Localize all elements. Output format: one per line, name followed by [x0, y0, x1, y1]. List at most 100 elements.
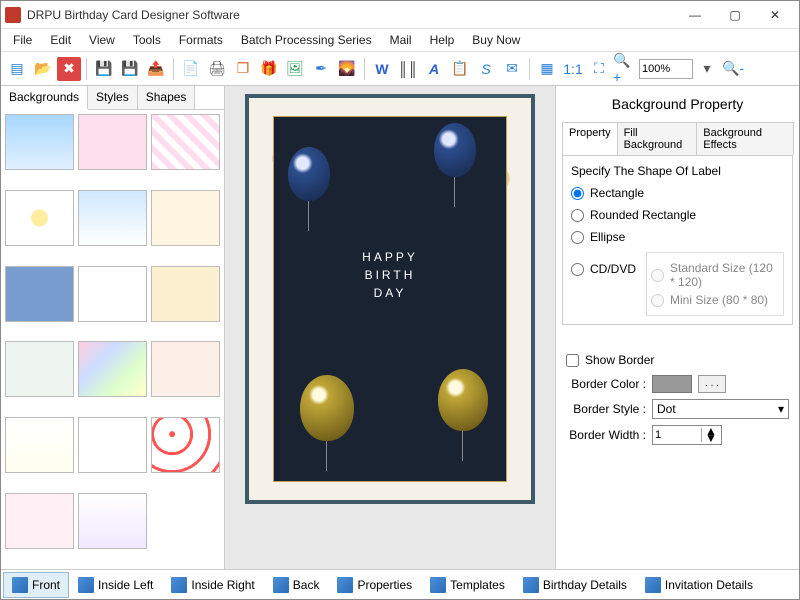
radio-input[interactable] [571, 209, 584, 222]
image-icon[interactable]: 🖼 [283, 57, 307, 81]
bg-thumb[interactable] [78, 266, 147, 322]
menu-tools[interactable]: Tools [125, 31, 169, 49]
gift-icon[interactable]: 🎁 [257, 57, 281, 81]
bg-thumb[interactable] [151, 190, 220, 246]
maximize-button[interactable]: ▢ [715, 1, 755, 29]
btab-properties[interactable]: Properties [328, 572, 421, 598]
dropdown-icon[interactable]: ▾ [695, 57, 719, 81]
doc-icon[interactable]: 📋 [448, 57, 472, 81]
new-icon[interactable]: ▤ [5, 57, 29, 81]
radio-rectangle[interactable]: Rectangle [571, 186, 784, 200]
zoomin-icon[interactable]: 🔍+ [613, 57, 637, 81]
grid-icon[interactable]: ▦ [535, 57, 559, 81]
bg-thumb[interactable] [151, 341, 220, 397]
close-button[interactable]: ✕ [755, 1, 795, 29]
bg-thumb[interactable] [5, 341, 74, 397]
btab-templates[interactable]: Templates [421, 572, 514, 598]
bg-thumb[interactable] [5, 190, 74, 246]
save-icon[interactable]: 💾 [92, 57, 116, 81]
radio-input[interactable] [571, 231, 584, 244]
menu-mail[interactable]: Mail [382, 31, 420, 49]
border-color-picker-button[interactable]: . . . [698, 375, 726, 393]
tab-backgrounds[interactable]: Backgrounds [1, 86, 88, 110]
bg-thumb[interactable] [78, 114, 147, 170]
property-panel: Background Property Property Fill Backgr… [555, 86, 799, 569]
tab-styles[interactable]: Styles [88, 86, 138, 109]
radio-label: Rectangle [590, 186, 644, 200]
picture-icon[interactable]: 🌄 [335, 57, 359, 81]
radio-input[interactable] [571, 187, 584, 200]
expand-icon[interactable]: ⛶ [587, 57, 611, 81]
bg-thumb[interactable] [151, 266, 220, 322]
card-preview[interactable]: HAPPY BIRTH DAY [245, 94, 535, 504]
radio-rounded[interactable]: Rounded Rectangle [571, 208, 784, 222]
menu-batch[interactable]: Batch Processing Series [233, 31, 380, 49]
text-icon[interactable]: W [370, 57, 394, 81]
border-width-input[interactable] [653, 429, 701, 441]
zoomout-icon[interactable]: 🔍- [721, 57, 745, 81]
border-style-label: Border Style : [566, 402, 646, 416]
bg-thumb[interactable] [5, 114, 74, 170]
export-icon[interactable]: 📤 [144, 57, 168, 81]
border-color-swatch[interactable] [652, 375, 692, 393]
copy-icon[interactable]: ❐ [231, 57, 255, 81]
mail-icon[interactable]: ✉ [500, 57, 524, 81]
spinner-down-icon[interactable]: ▼ [702, 435, 720, 442]
tab-effects[interactable]: Background Effects [696, 122, 794, 155]
print-icon[interactable]: 🖨 [205, 57, 229, 81]
bg-thumb[interactable] [5, 493, 74, 549]
menu-buynow[interactable]: Buy Now [464, 31, 528, 49]
minimize-button[interactable]: — [675, 1, 715, 29]
delete-icon[interactable]: ✖ [57, 57, 81, 81]
tab-property[interactable]: Property [562, 122, 618, 155]
btab-invitation[interactable]: Invitation Details [636, 572, 762, 598]
barcode-icon[interactable]: ║║ [396, 57, 420, 81]
canvas-area[interactable]: HAPPY BIRTH DAY [225, 86, 555, 569]
bg-thumb[interactable] [5, 417, 74, 473]
border-width-spinner[interactable]: ▲▼ [652, 425, 722, 445]
radio-label: CD/DVD [590, 262, 636, 276]
titlebar: DRPU Birthday Card Designer Software — ▢… [1, 1, 799, 29]
bg-thumb[interactable] [78, 493, 147, 549]
btab-inside-right[interactable]: Inside Right [162, 572, 263, 598]
menu-file[interactable]: File [5, 31, 40, 49]
balloon-icon [300, 375, 354, 441]
show-border-checkbox[interactable]: Show Border [566, 353, 789, 367]
radio-input [651, 294, 664, 307]
bg-thumb[interactable] [78, 190, 147, 246]
btab-inside-left[interactable]: Inside Left [69, 572, 162, 598]
bottom-tabs: Front Inside Left Inside Right Back Prop… [1, 569, 799, 599]
pen-icon[interactable]: ✒ [309, 57, 333, 81]
checkbox-input[interactable] [566, 354, 579, 367]
fit-icon[interactable]: 1:1 [561, 57, 585, 81]
bg-thumb[interactable] [78, 341, 147, 397]
page-icon [78, 577, 94, 593]
radio-cd-standard: Standard Size (120 * 120) [651, 261, 779, 289]
page-icon[interactable]: 📄 [179, 57, 203, 81]
btab-front[interactable]: Front [3, 572, 69, 598]
tab-fill[interactable]: Fill Background [617, 122, 698, 155]
menu-formats[interactable]: Formats [171, 31, 231, 49]
menu-help[interactable]: Help [422, 31, 463, 49]
btab-back[interactable]: Back [264, 572, 329, 598]
border-group: Show Border Border Color : . . . Border … [562, 337, 793, 459]
radio-ellipse[interactable]: Ellipse [571, 230, 784, 244]
open-icon[interactable]: 📂 [31, 57, 55, 81]
zoom-input[interactable] [639, 59, 693, 79]
menu-view[interactable]: View [81, 31, 123, 49]
balloon-icon [438, 369, 488, 431]
saveall-icon[interactable]: 💾 [118, 57, 142, 81]
tab-shapes[interactable]: Shapes [138, 86, 196, 109]
radio-cddvd[interactable]: CD/DVD [571, 262, 636, 276]
border-style-select[interactable]: Dot ▾ [652, 399, 789, 419]
bg-thumb[interactable] [78, 417, 147, 473]
bg-thumb[interactable] [5, 266, 74, 322]
font-icon[interactable]: A [422, 57, 446, 81]
sign-icon[interactable]: S [474, 57, 498, 81]
bg-thumb[interactable] [151, 417, 220, 473]
menu-edit[interactable]: Edit [42, 31, 79, 49]
bg-thumb[interactable] [151, 114, 220, 170]
radio-input[interactable] [571, 263, 584, 276]
btab-birthday[interactable]: Birthday Details [514, 572, 636, 598]
radio-label: Ellipse [590, 230, 625, 244]
